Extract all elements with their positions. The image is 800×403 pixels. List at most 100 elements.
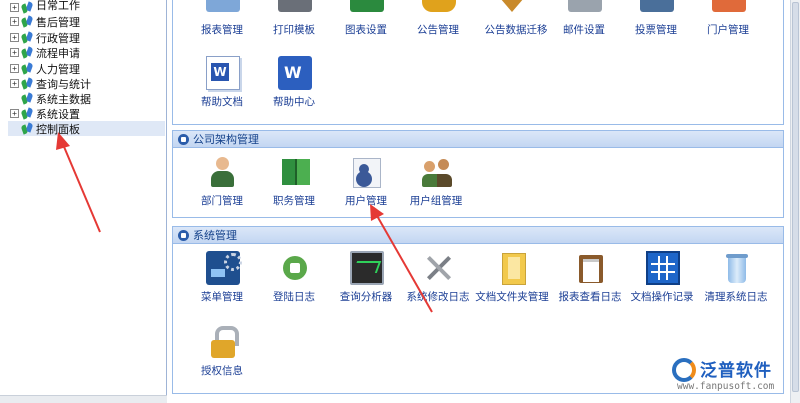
panel-general: 报表管理 打印模板 图表设置 公告管理 公告数据迁移 邮件设置 投票管理 门户管… bbox=[172, 0, 784, 125]
portal-icon bbox=[712, 0, 746, 12]
tile-announcement[interactable]: 公告管理 bbox=[401, 0, 475, 58]
module-icon bbox=[21, 93, 33, 105]
panel-header[interactable]: 公司架构管理 bbox=[173, 131, 783, 148]
lock-icon bbox=[206, 325, 240, 359]
tile-report-view-log[interactable]: 报表查看日志 bbox=[553, 251, 627, 311]
grid-icon bbox=[646, 251, 680, 285]
chart-settings-icon bbox=[350, 0, 384, 12]
collapse-icon[interactable] bbox=[178, 229, 189, 241]
tree-item-admin[interactable]: + 行政管理 bbox=[10, 30, 80, 45]
tree-item-label: 行政管理 bbox=[36, 31, 80, 45]
tile-label: 报表查看日志 bbox=[558, 291, 622, 303]
clipboard-icon bbox=[574, 251, 608, 285]
panel-header[interactable]: 系统管理 bbox=[173, 227, 783, 244]
tree-item-master-data[interactable]: 系统主数据 bbox=[10, 91, 91, 106]
report-icon bbox=[206, 0, 240, 12]
nav-tree: + 日常工作 + 售后管理 + 行政管理 + 流程申请 + 人力管理 + 查询与… bbox=[0, 0, 167, 395]
tile-print-template[interactable]: 打印模板 bbox=[257, 0, 331, 58]
module-icon bbox=[21, 78, 33, 90]
expand-icon[interactable]: + bbox=[10, 109, 19, 118]
announcement-icon bbox=[422, 0, 456, 12]
tree-item-label: 售后管理 bbox=[36, 15, 80, 29]
tile-document-folder[interactable]: 文档文件夹管理 bbox=[475, 251, 549, 311]
expand-icon[interactable]: + bbox=[10, 48, 19, 57]
tree-item-system-settings[interactable]: + 系统设置 bbox=[10, 106, 80, 121]
menu-icon bbox=[206, 251, 242, 285]
scrollbar-thumb[interactable] bbox=[792, 2, 799, 392]
horizontal-scrollbar[interactable] bbox=[0, 395, 167, 403]
brand-url: www.fanpusoft.com bbox=[677, 381, 775, 392]
tile-clear-system-log[interactable]: 清理系统日志 bbox=[699, 251, 773, 311]
tile-label: 门户管理 bbox=[707, 24, 749, 36]
tile-user-management[interactable]: 用户管理 bbox=[329, 155, 403, 215]
data-migration-icon bbox=[500, 0, 524, 12]
brand-name: 泛普软件 bbox=[700, 361, 772, 381]
tile-label: 图表设置 bbox=[345, 24, 387, 36]
expand-icon[interactable]: + bbox=[10, 17, 19, 26]
module-icon bbox=[21, 32, 33, 44]
tile-login-log[interactable]: 登陆日志 bbox=[257, 251, 331, 311]
tile-label: 清理系统日志 bbox=[704, 291, 768, 303]
tile-label: 文档操作记录 bbox=[630, 291, 694, 303]
help-center-icon bbox=[278, 56, 312, 90]
collapse-icon[interactable] bbox=[178, 133, 189, 145]
tree-item-after-sales[interactable]: + 售后管理 bbox=[10, 14, 80, 29]
printer-icon bbox=[278, 0, 312, 12]
tree-item-process[interactable]: + 流程申请 bbox=[10, 45, 80, 60]
vertical-scrollbar[interactable] bbox=[790, 0, 800, 403]
tile-department-management[interactable]: 部门管理 bbox=[185, 155, 259, 215]
expand-icon[interactable]: + bbox=[10, 79, 19, 88]
expand-icon[interactable]: + bbox=[10, 33, 19, 42]
tree-item-hr[interactable]: + 人力管理 bbox=[10, 61, 80, 76]
expand-icon[interactable]: + bbox=[10, 3, 19, 12]
tile-system-change-log[interactable]: 系统修改日志 bbox=[401, 251, 475, 311]
user-group-icon bbox=[420, 155, 454, 189]
expand-icon[interactable]: + bbox=[10, 64, 19, 73]
module-icon bbox=[21, 2, 33, 14]
tile-portal-management[interactable]: 门户管理 bbox=[691, 0, 765, 58]
tile-menu-management[interactable]: 菜单管理 bbox=[185, 251, 259, 311]
tile-label: 部门管理 bbox=[201, 195, 243, 207]
module-icon bbox=[21, 47, 33, 59]
tree-item-label: 系统主数据 bbox=[36, 92, 91, 106]
tree-item-label: 流程申请 bbox=[36, 46, 80, 60]
vote-icon bbox=[640, 0, 674, 12]
tile-vote-management[interactable]: 投票管理 bbox=[619, 0, 693, 58]
tile-query-analyzer[interactable]: 查询分析器 bbox=[329, 251, 403, 311]
module-icon bbox=[21, 108, 33, 120]
tile-label: 职务管理 bbox=[273, 195, 315, 207]
tile-label: 文档文件夹管理 bbox=[475, 291, 549, 303]
panel-title: 系统管理 bbox=[193, 229, 237, 242]
tile-label: 报表管理 bbox=[201, 24, 243, 36]
module-icon bbox=[21, 63, 33, 75]
tree-item-label: 日常工作 bbox=[36, 0, 80, 12]
tile-document-operation-log[interactable]: 文档操作记录 bbox=[625, 251, 699, 311]
tile-chart-settings[interactable]: 图表设置 bbox=[329, 0, 403, 58]
tile-data-migration[interactable]: 公告数据迁移 bbox=[479, 0, 553, 58]
tile-label: 用户组管理 bbox=[409, 195, 463, 207]
tile-label: 帮助中心 bbox=[273, 96, 315, 108]
position-icon bbox=[278, 155, 312, 189]
brand-logo-icon bbox=[672, 358, 696, 382]
tree-item-label: 控制面板 bbox=[36, 122, 80, 136]
tile-position-management[interactable]: 职务管理 bbox=[257, 155, 331, 215]
tile-label: 查询分析器 bbox=[339, 291, 393, 303]
user-icon bbox=[350, 155, 384, 189]
tile-user-group-management[interactable]: 用户组管理 bbox=[399, 155, 473, 215]
module-icon bbox=[21, 123, 33, 135]
query-analyzer-icon bbox=[350, 251, 384, 285]
tile-label: 系统修改日志 bbox=[406, 291, 470, 303]
trash-icon bbox=[720, 251, 754, 285]
tile-label: 打印模板 bbox=[273, 24, 315, 36]
panel-company-structure: 公司架构管理 部门管理 职务管理 用户管理 用户组管理 bbox=[172, 130, 784, 218]
brand-watermark: 泛普软件 www.fanpusoft.com bbox=[672, 356, 792, 396]
module-icon bbox=[21, 16, 33, 28]
tree-item-control-panel[interactable]: 控制面板 bbox=[8, 121, 165, 136]
tile-help-center[interactable]: 帮助中心 bbox=[257, 56, 331, 116]
tile-mail-settings[interactable]: 邮件设置 bbox=[547, 0, 621, 58]
tile-help-document[interactable]: 帮助文档 bbox=[185, 56, 259, 116]
tile-report-management[interactable]: 报表管理 bbox=[185, 0, 259, 58]
tree-item-query-stats[interactable]: + 查询与统计 bbox=[10, 76, 91, 91]
tile-license-info[interactable]: 授权信息 bbox=[185, 325, 259, 385]
